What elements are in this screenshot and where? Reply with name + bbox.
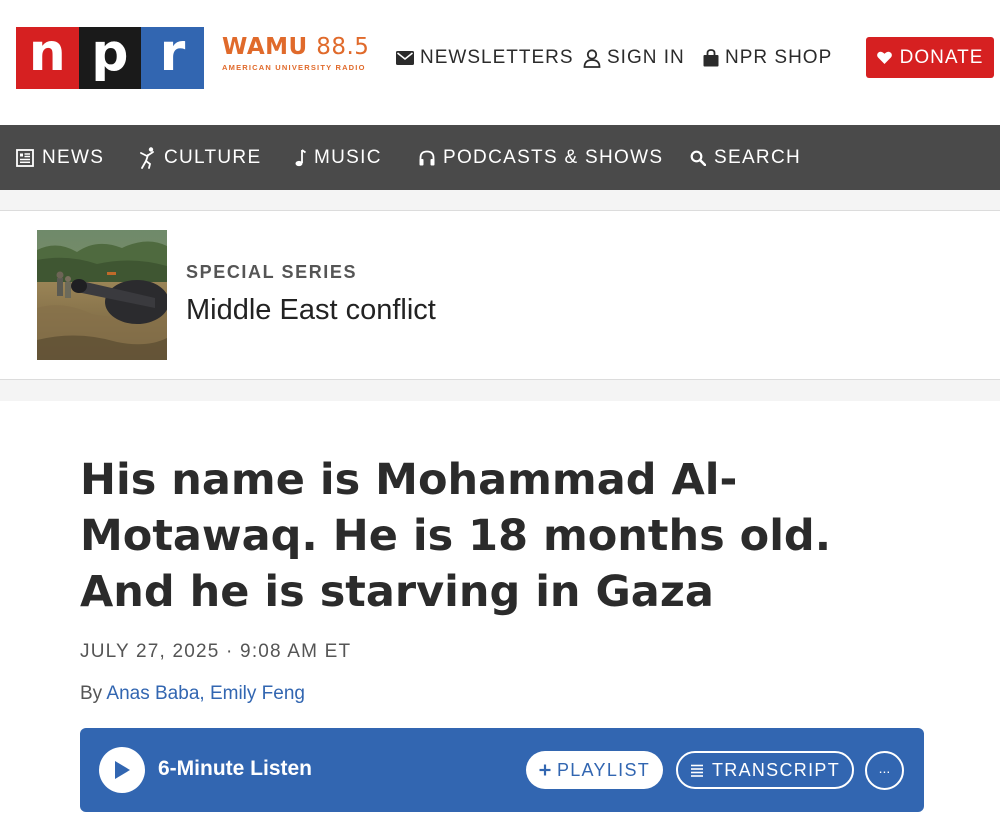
playlist-label: PLAYLIST [556,759,651,780]
plus-icon [539,764,551,776]
newsletters-label: NEWSLETTERS [420,47,574,68]
dancer-icon [140,146,154,169]
logo-letter-n: n [16,27,79,89]
listen-duration-label: 6-Minute Listen [158,757,313,780]
shopping-bag-icon [703,49,719,67]
site-header: n p r WAMU 88.5 AMERICAN UNIVERSITY RADI… [0,0,1000,125]
series-thumbnail-graphic [37,230,167,360]
donate-label: DONATE [899,46,984,68]
byline-prefix: By [80,683,103,704]
nav-item-music[interactable]: MUSIC [294,125,382,190]
nav-item-news[interactable]: NEWS [16,125,104,190]
more-options-icon: ... [878,759,891,776]
nav-search-label: SEARCH [714,146,801,168]
npr-shop-link[interactable]: NPR SHOP [703,44,832,72]
transcript-lines-icon [690,764,703,777]
nav-podcasts-label: PODCASTS & SHOWS [443,146,664,168]
special-series-band: SPECIAL SERIES Middle East conflict [0,190,1000,401]
station-name-line: WAMU 88.5 [222,34,382,60]
more-options-button[interactable]: ... [865,751,904,790]
station-frequency: 88.5 [316,34,370,60]
newspaper-icon [16,148,34,167]
series-title-link[interactable]: Middle East conflict [186,294,436,327]
author-separator: , [199,683,205,704]
station-subtitle: AMERICAN UNIVERSITY RADIO [222,63,366,72]
transcript-button[interactable]: TRANSCRIPT [676,751,854,789]
main-nav: NEWS CULTURE MUSIC PODCASTS & SHOWS SEAR… [0,125,1000,190]
nav-item-podcasts-shows[interactable]: PODCASTS & SHOWS [419,125,663,190]
mail-icon [396,51,414,65]
sign-in-link[interactable]: SIGN IN [583,44,685,72]
play-button[interactable] [99,747,145,793]
logo-letter-r: r [141,27,204,89]
logo-letter-p: p [78,27,142,89]
play-icon [115,761,130,779]
heart-icon [876,51,892,64]
story-date: JULY 27, 2025 [80,641,220,662]
story-time: 9:08 AM ET [240,641,352,662]
npr-logo[interactable]: n p r [16,27,204,89]
dateline-separator: · [226,641,234,662]
transcript-label: TRANSCRIPT [711,759,840,780]
donate-button[interactable]: DONATE [866,37,994,78]
music-note-icon [295,148,306,166]
sign-in-label: SIGN IN [607,47,685,68]
station-logo[interactable]: WAMU 88.5 AMERICAN UNIVERSITY RADIO [222,34,382,80]
station-name: WAMU [222,34,308,60]
author-link-anas-baba[interactable]: Anas Baba [106,683,199,704]
search-icon [690,150,706,166]
story-dateline: JULY 27, 2025 · 9:08 AM ET [80,641,351,663]
npr-shop-label: NPR SHOP [725,47,833,68]
headphones-icon [419,150,435,165]
special-series-card[interactable]: SPECIAL SERIES Middle East conflict [0,210,1000,380]
series-kicker: SPECIAL SERIES [186,262,358,282]
story-headline: His name is Mohammad Al-Motawaq. He is 1… [80,455,832,617]
nav-culture-label: CULTURE [164,146,262,168]
nav-item-search[interactable]: SEARCH [690,125,801,190]
series-thumbnail-image[interactable] [37,230,167,360]
author-link-emily-feng[interactable]: Emily Feng [210,683,305,704]
newsletters-link[interactable]: NEWSLETTERS [396,44,574,72]
user-icon [583,48,601,68]
audio-player: 6-Minute Listen PLAYLIST TRANSCRIPT ... [80,728,924,812]
add-to-playlist-button[interactable]: PLAYLIST [526,751,663,789]
story-byline: By Anas Baba, Emily Feng [80,683,305,705]
nav-news-label: NEWS [42,146,105,168]
nav-music-label: MUSIC [314,146,382,168]
nav-item-culture[interactable]: CULTURE [140,125,261,190]
